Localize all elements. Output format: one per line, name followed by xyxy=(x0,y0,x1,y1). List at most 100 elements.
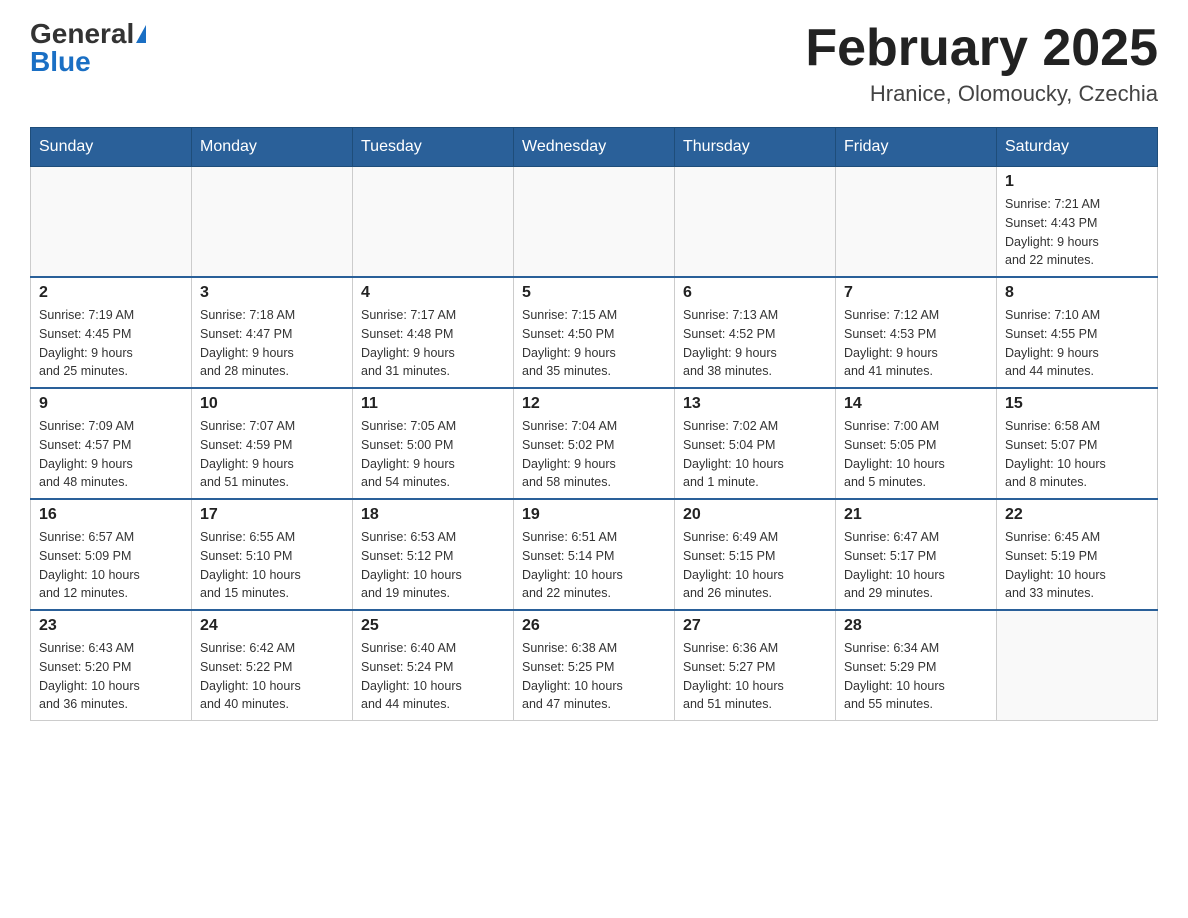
calendar-cell: 16Sunrise: 6:57 AM Sunset: 5:09 PM Dayli… xyxy=(31,499,192,610)
calendar-cell: 14Sunrise: 7:00 AM Sunset: 5:05 PM Dayli… xyxy=(836,388,997,499)
day-number: 25 xyxy=(361,617,505,635)
calendar-cell: 5 Sunrise: 7:15 AM Sunset: 4:50 PM Daylig… xyxy=(514,277,675,388)
day-number: 5 xyxy=(522,284,666,302)
calendar-cell: 7 Sunrise: 7:12 AM Sunset: 4:53 PM Daylig… xyxy=(836,277,997,388)
day-info: Sunrise: 7:21 AM Sunset: 4:43 PM Dayligh… xyxy=(1005,195,1149,270)
day-number: 3 xyxy=(200,284,344,302)
weekday-header-wednesday: Wednesday xyxy=(514,128,675,167)
calendar-cell xyxy=(997,610,1158,721)
calendar-cell: 19Sunrise: 6:51 AM Sunset: 5:14 PM Dayli… xyxy=(514,499,675,610)
day-number: 10 xyxy=(200,395,344,413)
day-info: Sunrise: 7:00 AM Sunset: 5:05 PM Dayligh… xyxy=(844,417,988,492)
title-block: February 2025 Hranice, Olomoucky, Czechi… xyxy=(805,20,1158,107)
day-number: 12 xyxy=(522,395,666,413)
day-info: Sunrise: 7:17 AM Sunset: 4:48 PM Dayligh… xyxy=(361,306,505,381)
calendar-cell: 12 Sunrise: 7:04 AM Sunset: 5:02 PM Dayli… xyxy=(514,388,675,499)
day-info: Sunrise: 7:12 AM Sunset: 4:53 PM Dayligh… xyxy=(844,306,988,381)
calendar-cell: 4 Sunrise: 7:17 AM Sunset: 4:48 PM Daylig… xyxy=(353,277,514,388)
day-info: Sunrise: 7:19 AM Sunset: 4:45 PM Dayligh… xyxy=(39,306,183,381)
day-info: Sunrise: 6:40 AM Sunset: 5:24 PM Dayligh… xyxy=(361,639,505,714)
day-info: Sunrise: 7:13 AM Sunset: 4:52 PM Dayligh… xyxy=(683,306,827,381)
calendar-week-row: 9 Sunrise: 7:09 AM Sunset: 4:57 PM Daylig… xyxy=(31,388,1158,499)
weekday-header-tuesday: Tuesday xyxy=(353,128,514,167)
logo-blue-text: Blue xyxy=(30,48,91,76)
calendar-cell xyxy=(836,167,997,278)
calendar-week-row: 16Sunrise: 6:57 AM Sunset: 5:09 PM Dayli… xyxy=(31,499,1158,610)
day-info: Sunrise: 6:42 AM Sunset: 5:22 PM Dayligh… xyxy=(200,639,344,714)
day-info: Sunrise: 7:02 AM Sunset: 5:04 PM Dayligh… xyxy=(683,417,827,492)
day-info: Sunrise: 6:53 AM Sunset: 5:12 PM Dayligh… xyxy=(361,528,505,603)
calendar-cell: 18 Sunrise: 6:53 AM Sunset: 5:12 PM Dayli… xyxy=(353,499,514,610)
day-info: Sunrise: 7:04 AM Sunset: 5:02 PM Dayligh… xyxy=(522,417,666,492)
day-info: Sunrise: 6:38 AM Sunset: 5:25 PM Dayligh… xyxy=(522,639,666,714)
location-title: Hranice, Olomoucky, Czechia xyxy=(805,81,1158,107)
day-info: Sunrise: 7:18 AM Sunset: 4:47 PM Dayligh… xyxy=(200,306,344,381)
calendar-cell: 2 Sunrise: 7:19 AM Sunset: 4:45 PM Daylig… xyxy=(31,277,192,388)
calendar-cell: 13 Sunrise: 7:02 AM Sunset: 5:04 PM Dayli… xyxy=(675,388,836,499)
calendar-cell: 9 Sunrise: 7:09 AM Sunset: 4:57 PM Daylig… xyxy=(31,388,192,499)
day-info: Sunrise: 6:43 AM Sunset: 5:20 PM Dayligh… xyxy=(39,639,183,714)
calendar-cell xyxy=(675,167,836,278)
day-info: Sunrise: 6:55 AM Sunset: 5:10 PM Dayligh… xyxy=(200,528,344,603)
weekday-header-monday: Monday xyxy=(192,128,353,167)
day-info: Sunrise: 6:36 AM Sunset: 5:27 PM Dayligh… xyxy=(683,639,827,714)
calendar-week-row: 23 Sunrise: 6:43 AM Sunset: 5:20 PM Dayli… xyxy=(31,610,1158,721)
day-number: 17 xyxy=(200,506,344,524)
calendar-cell: 26 Sunrise: 6:38 AM Sunset: 5:25 PM Dayli… xyxy=(514,610,675,721)
day-info: Sunrise: 7:15 AM Sunset: 4:50 PM Dayligh… xyxy=(522,306,666,381)
day-info: Sunrise: 6:45 AM Sunset: 5:19 PM Dayligh… xyxy=(1005,528,1149,603)
page-header: General Blue February 2025 Hranice, Olom… xyxy=(30,20,1158,107)
logo-triangle-icon xyxy=(136,25,146,43)
calendar-cell: 25 Sunrise: 6:40 AM Sunset: 5:24 PM Dayli… xyxy=(353,610,514,721)
day-number: 6 xyxy=(683,284,827,302)
calendar-cell: 8 Sunrise: 7:10 AM Sunset: 4:55 PM Daylig… xyxy=(997,277,1158,388)
calendar-table: SundayMondayTuesdayWednesdayThursdayFrid… xyxy=(30,127,1158,721)
day-info: Sunrise: 7:10 AM Sunset: 4:55 PM Dayligh… xyxy=(1005,306,1149,381)
calendar-cell: 3 Sunrise: 7:18 AM Sunset: 4:47 PM Daylig… xyxy=(192,277,353,388)
calendar-header-row: SundayMondayTuesdayWednesdayThursdayFrid… xyxy=(31,128,1158,167)
weekday-header-sunday: Sunday xyxy=(31,128,192,167)
day-number: 23 xyxy=(39,617,183,635)
day-number: 28 xyxy=(844,617,988,635)
day-info: Sunrise: 7:09 AM Sunset: 4:57 PM Dayligh… xyxy=(39,417,183,492)
calendar-cell xyxy=(353,167,514,278)
calendar-cell: 24 Sunrise: 6:42 AM Sunset: 5:22 PM Dayli… xyxy=(192,610,353,721)
calendar-cell: 21 Sunrise: 6:47 AM Sunset: 5:17 PM Dayli… xyxy=(836,499,997,610)
calendar-cell: 28 Sunrise: 6:34 AM Sunset: 5:29 PM Dayli… xyxy=(836,610,997,721)
day-info: Sunrise: 7:05 AM Sunset: 5:00 PM Dayligh… xyxy=(361,417,505,492)
day-number: 13 xyxy=(683,395,827,413)
calendar-cell: 10Sunrise: 7:07 AM Sunset: 4:59 PM Dayli… xyxy=(192,388,353,499)
day-number: 16 xyxy=(39,506,183,524)
day-number: 22 xyxy=(1005,506,1149,524)
day-number: 20 xyxy=(683,506,827,524)
calendar-cell: 6 Sunrise: 7:13 AM Sunset: 4:52 PM Daylig… xyxy=(675,277,836,388)
day-info: Sunrise: 6:58 AM Sunset: 5:07 PM Dayligh… xyxy=(1005,417,1149,492)
day-number: 18 xyxy=(361,506,505,524)
calendar-cell: 27Sunrise: 6:36 AM Sunset: 5:27 PM Dayli… xyxy=(675,610,836,721)
calendar-cell: 20Sunrise: 6:49 AM Sunset: 5:15 PM Dayli… xyxy=(675,499,836,610)
day-info: Sunrise: 6:34 AM Sunset: 5:29 PM Dayligh… xyxy=(844,639,988,714)
calendar-week-row: 1Sunrise: 7:21 AM Sunset: 4:43 PM Daylig… xyxy=(31,167,1158,278)
calendar-cell: 23 Sunrise: 6:43 AM Sunset: 5:20 PM Dayli… xyxy=(31,610,192,721)
day-number: 4 xyxy=(361,284,505,302)
calendar-cell xyxy=(31,167,192,278)
day-number: 15 xyxy=(1005,395,1149,413)
day-number: 7 xyxy=(844,284,988,302)
weekday-header-saturday: Saturday xyxy=(997,128,1158,167)
day-number: 8 xyxy=(1005,284,1149,302)
day-number: 24 xyxy=(200,617,344,635)
month-title: February 2025 xyxy=(805,20,1158,77)
logo: General Blue xyxy=(30,20,146,76)
day-number: 26 xyxy=(522,617,666,635)
calendar-cell: 1Sunrise: 7:21 AM Sunset: 4:43 PM Daylig… xyxy=(997,167,1158,278)
day-number: 21 xyxy=(844,506,988,524)
weekday-header-thursday: Thursday xyxy=(675,128,836,167)
day-info: Sunrise: 6:51 AM Sunset: 5:14 PM Dayligh… xyxy=(522,528,666,603)
calendar-week-row: 2 Sunrise: 7:19 AM Sunset: 4:45 PM Daylig… xyxy=(31,277,1158,388)
day-number: 9 xyxy=(39,395,183,413)
day-number: 2 xyxy=(39,284,183,302)
calendar-cell: 17 Sunrise: 6:55 AM Sunset: 5:10 PM Dayli… xyxy=(192,499,353,610)
calendar-cell xyxy=(514,167,675,278)
calendar-cell xyxy=(192,167,353,278)
day-info: Sunrise: 6:47 AM Sunset: 5:17 PM Dayligh… xyxy=(844,528,988,603)
